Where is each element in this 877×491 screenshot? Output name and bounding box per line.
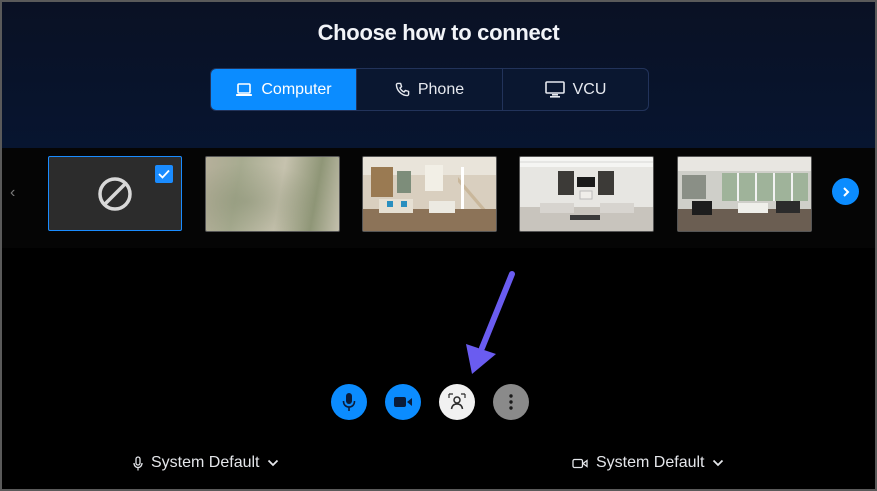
no-background-icon — [98, 177, 132, 211]
virtual-background-button[interactable] — [439, 384, 475, 420]
connect-header: Choose how to connect Computer Phone VCU — [2, 2, 875, 148]
laptop-icon — [236, 82, 253, 96]
chevron-down-icon — [268, 459, 279, 467]
check-icon — [158, 169, 170, 179]
chevron-right-icon — [842, 186, 849, 197]
background-option-image[interactable] — [519, 156, 654, 232]
camera-device-select[interactable]: System Default — [572, 454, 724, 472]
scroll-left-button[interactable]: ‹ — [10, 184, 15, 202]
chevron-down-icon — [713, 459, 724, 467]
phone-icon — [395, 82, 410, 97]
more-vertical-icon — [509, 394, 513, 410]
microphone-device-label: System Default — [151, 454, 260, 471]
room-image — [520, 157, 653, 231]
virtual-background-icon — [448, 393, 466, 410]
background-option-none[interactable] — [48, 156, 182, 231]
tab-computer[interactable]: Computer — [211, 69, 357, 110]
camera-toggle-button[interactable] — [385, 384, 421, 420]
camera-device-label: System Default — [596, 454, 705, 471]
more-options-button[interactable] — [493, 384, 529, 420]
scroll-right-button[interactable] — [832, 178, 859, 205]
page-title: Choose how to connect — [317, 20, 560, 45]
background-option-image[interactable] — [362, 156, 497, 232]
room-image — [678, 157, 811, 231]
monitor-icon — [544, 81, 565, 98]
tab-label: Computer — [261, 80, 332, 98]
video-camera-icon — [572, 458, 588, 468]
tab-label: VCU — [572, 80, 607, 98]
microphone-icon — [133, 455, 143, 470]
microphone-icon — [342, 393, 356, 411]
room-image — [363, 157, 496, 231]
microphone-toggle-button[interactable] — [331, 384, 367, 420]
tab-label: Phone — [417, 80, 465, 98]
selected-checkmark — [155, 165, 173, 183]
app-window: Choose how to connect Computer Phone VCU… — [0, 0, 877, 491]
tab-vcu[interactable]: VCU — [503, 69, 648, 110]
connection-tabs: Computer Phone VCU — [210, 68, 649, 111]
video-camera-icon — [394, 397, 412, 407]
background-option-image[interactable] — [677, 156, 812, 232]
annotation-arrow — [466, 271, 515, 374]
tab-phone[interactable]: Phone — [357, 69, 503, 110]
background-option-blur[interactable] — [205, 156, 340, 232]
microphone-device-select[interactable]: System Default — [133, 454, 279, 472]
